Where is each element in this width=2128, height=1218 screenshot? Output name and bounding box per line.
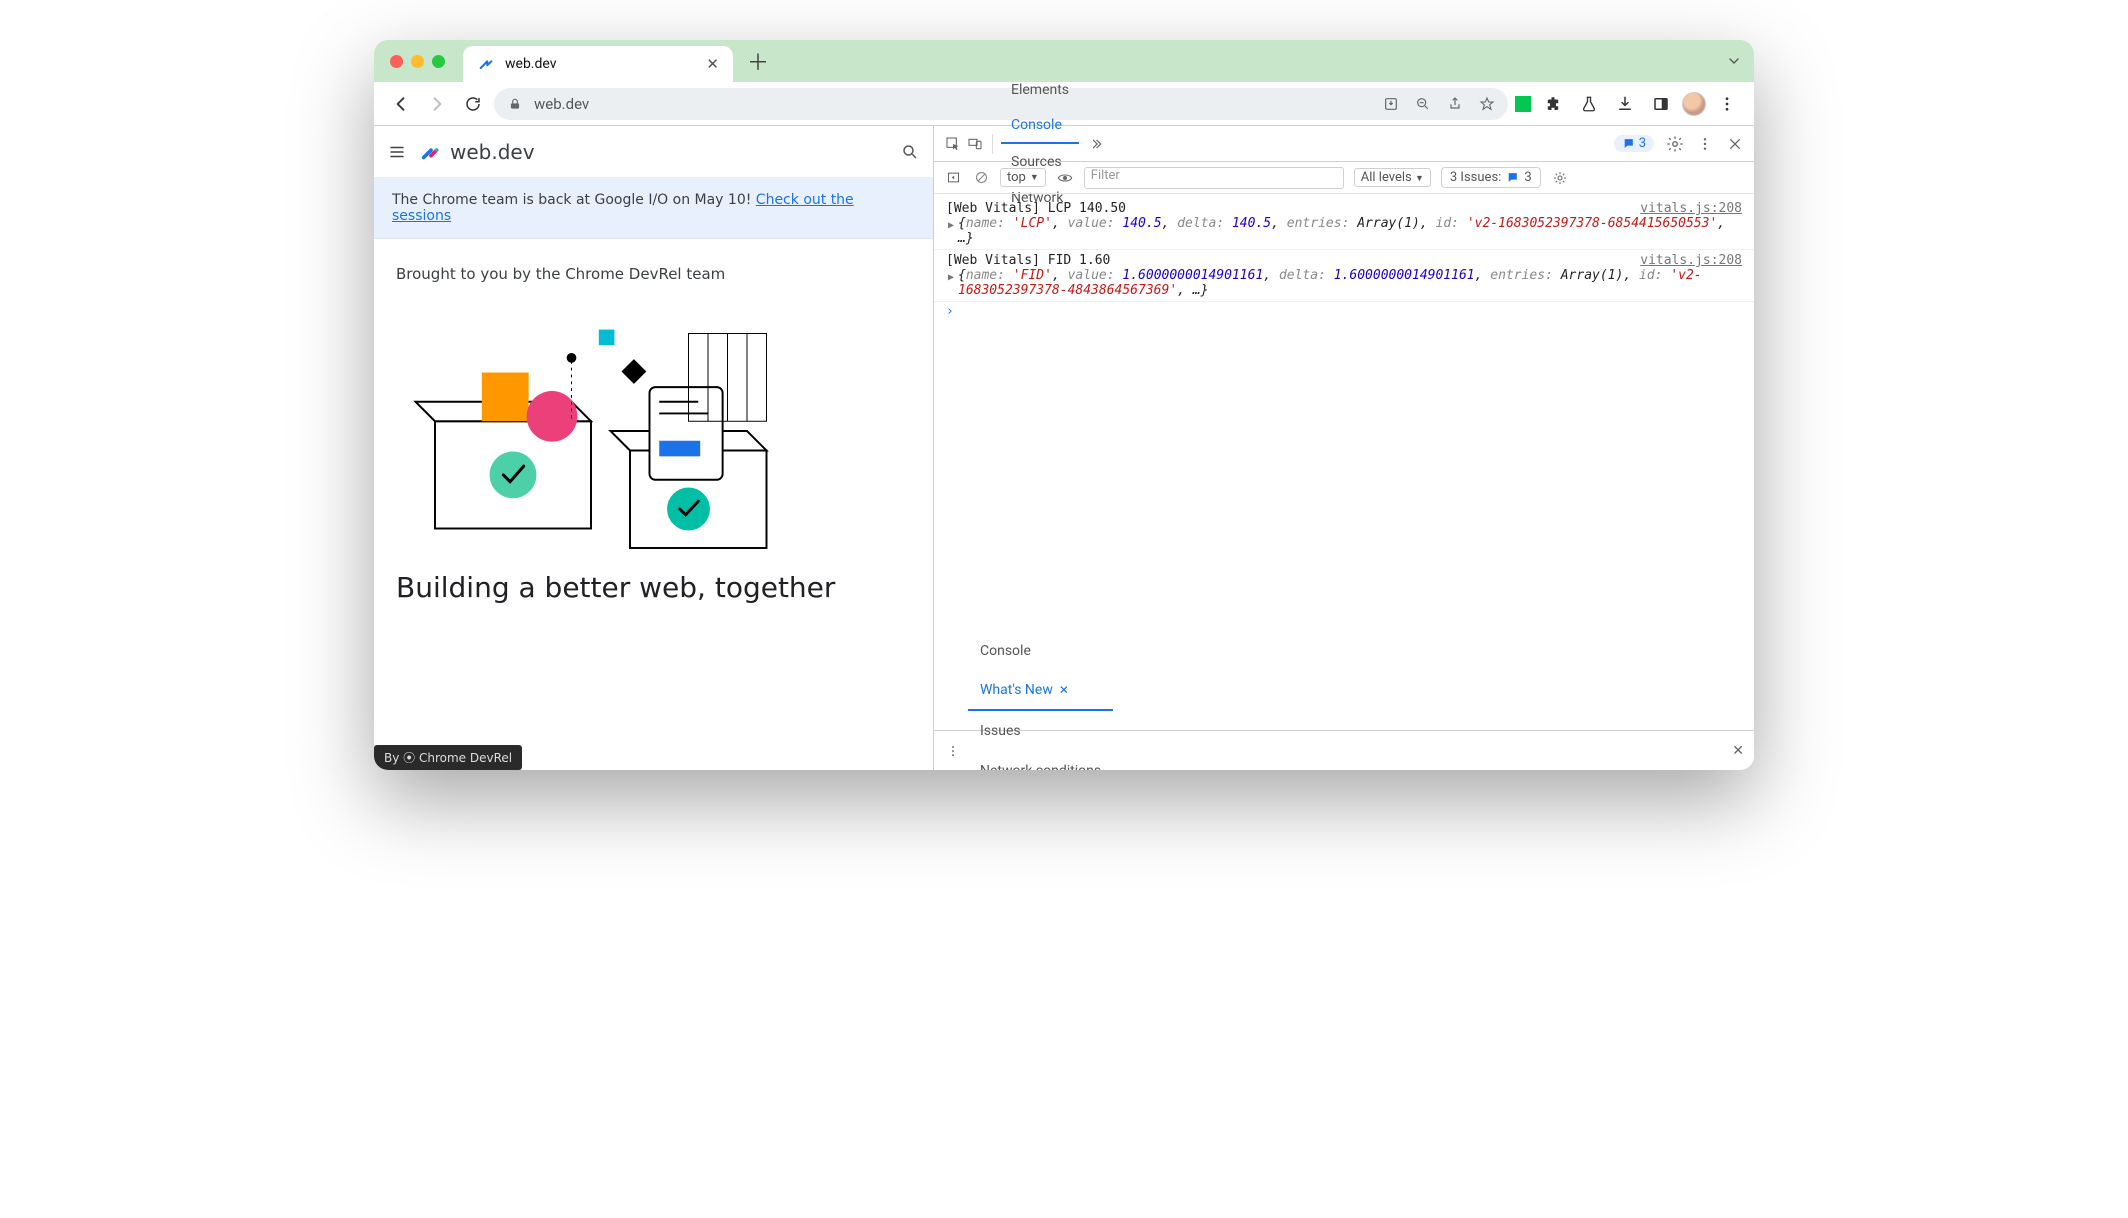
settings-icon[interactable] bbox=[1666, 135, 1684, 153]
window-controls bbox=[390, 55, 445, 68]
site-header: web.dev bbox=[374, 126, 933, 178]
log-object-preview[interactable]: {name: 'LCP', value: 140.5, delta: 140.5… bbox=[946, 216, 1742, 246]
filter-input[interactable]: Filter bbox=[1084, 167, 1344, 189]
reload-button[interactable] bbox=[458, 89, 488, 119]
console-log-entry[interactable]: vitals.js:208 [Web Vitals] FID 1.60 ▶{name… bbox=[934, 250, 1754, 302]
messages-pill[interactable]: 3 bbox=[1614, 135, 1654, 152]
log-header: [Web Vitals] FID 1.60 bbox=[946, 253, 1110, 268]
drawer-tab-what-s-new[interactable]: What's New✕ bbox=[968, 671, 1113, 711]
close-window-button[interactable] bbox=[390, 55, 403, 68]
byline-badge: By ⦿ Chrome DevRel bbox=[374, 745, 522, 770]
devtools-tabs: ElementsConsoleSourcesNetwork 3 bbox=[934, 126, 1754, 162]
console-settings-icon[interactable] bbox=[1551, 169, 1569, 187]
device-toggle-icon[interactable] bbox=[966, 135, 984, 153]
site-name: web.dev bbox=[450, 140, 535, 164]
page-body: Brought to you by the Chrome DevRel team bbox=[374, 239, 933, 604]
page-content: web.dev The Chrome team is back at Googl… bbox=[374, 126, 934, 770]
close-drawer-tab-icon[interactable]: ✕ bbox=[1059, 683, 1069, 697]
hamburger-icon[interactable] bbox=[388, 143, 406, 161]
zoom-icon[interactable] bbox=[1414, 95, 1432, 113]
new-tab-button[interactable]: ＋ bbox=[747, 45, 769, 77]
clear-console-icon[interactable] bbox=[972, 169, 990, 187]
close-tab-button[interactable]: ✕ bbox=[706, 55, 719, 73]
drawer-tab-issues[interactable]: Issues bbox=[968, 711, 1113, 751]
site-logo[interactable]: web.dev bbox=[420, 140, 535, 164]
share-icon[interactable] bbox=[1446, 95, 1464, 113]
log-source-link[interactable]: vitals.js:208 bbox=[1640, 253, 1742, 268]
extensions-button[interactable] bbox=[1538, 89, 1568, 119]
page-headline: Building a better web, together bbox=[396, 571, 911, 604]
browser-tab[interactable]: web.dev ✕ bbox=[463, 46, 733, 82]
tab-overflow-button[interactable] bbox=[1726, 53, 1742, 69]
expand-arrow-icon[interactable]: ▶ bbox=[948, 272, 954, 283]
log-object-preview[interactable]: {name: 'FID', value: 1.6000000014901161,… bbox=[946, 268, 1742, 298]
console-filter-bar: top ▼ Filter All levels ▼ 3 Issues: 3 bbox=[934, 162, 1754, 194]
labs-button[interactable] bbox=[1574, 89, 1604, 119]
search-icon[interactable] bbox=[901, 143, 919, 161]
more-tabs-icon[interactable] bbox=[1087, 135, 1105, 153]
issues-pill[interactable]: 3 Issues: 3 bbox=[1441, 167, 1541, 188]
log-source-link[interactable]: vitals.js:208 bbox=[1640, 201, 1742, 216]
brought-by: Brought to you by the Chrome DevRel team bbox=[396, 265, 911, 283]
install-icon[interactable] bbox=[1382, 95, 1400, 113]
omnibox-url: web.dev bbox=[534, 95, 1372, 113]
lock-icon bbox=[506, 95, 524, 113]
drawer-tab-network-conditions[interactable]: Network conditions bbox=[968, 751, 1113, 771]
profile-avatar[interactable] bbox=[1682, 92, 1706, 116]
console-prompt[interactable]: › bbox=[934, 302, 1754, 321]
devtools-tab-console[interactable]: Console bbox=[1001, 108, 1079, 144]
bookmark-icon[interactable] bbox=[1478, 95, 1496, 113]
announcement-banner: The Chrome team is back at Google I/O on… bbox=[374, 178, 933, 239]
close-devtools-icon[interactable] bbox=[1726, 135, 1744, 153]
inspect-icon[interactable] bbox=[944, 135, 962, 153]
sidepanel-button[interactable] bbox=[1646, 89, 1676, 119]
live-expression-icon[interactable] bbox=[1056, 169, 1074, 187]
devtools-menu-icon[interactable] bbox=[1696, 135, 1714, 153]
drawer-tab-console[interactable]: Console bbox=[968, 631, 1113, 671]
downloads-button[interactable] bbox=[1610, 89, 1640, 119]
devtools-drawer: ConsoleWhat's New✕IssuesNetwork conditio… bbox=[934, 730, 1754, 770]
log-levels-selector[interactable]: All levels ▼ bbox=[1354, 168, 1431, 187]
tab-title: web.dev bbox=[505, 56, 557, 72]
banner-text: The Chrome team is back at Google I/O on… bbox=[392, 192, 756, 208]
console-sidebar-icon[interactable] bbox=[944, 169, 962, 187]
console-log-entry[interactable]: vitals.js:208 [Web Vitals] LCP 140.50 ▶{na… bbox=[934, 198, 1754, 250]
close-drawer-icon[interactable]: ✕ bbox=[1732, 743, 1744, 759]
drawer-menu-icon[interactable] bbox=[944, 742, 962, 760]
chrome-menu-button[interactable] bbox=[1712, 89, 1742, 119]
extension-square-icon[interactable] bbox=[1514, 95, 1532, 113]
hero-illustration bbox=[396, 301, 786, 561]
devtools-panel: ElementsConsoleSourcesNetwork 3 top ▼ bbox=[934, 126, 1754, 770]
log-header: [Web Vitals] LCP 140.50 bbox=[946, 201, 1126, 216]
devtools-tab-elements[interactable]: Elements bbox=[1001, 72, 1079, 108]
context-selector[interactable]: top ▼ bbox=[1000, 168, 1046, 187]
expand-arrow-icon[interactable]: ▶ bbox=[948, 220, 954, 231]
content-split: web.dev The Chrome team is back at Googl… bbox=[374, 126, 1754, 770]
tab-favicon bbox=[477, 55, 495, 73]
minimize-window-button[interactable] bbox=[411, 55, 424, 68]
omnibox-actions bbox=[1382, 95, 1496, 113]
messages-count: 3 bbox=[1639, 136, 1646, 151]
browser-window: web.dev ✕ ＋ web.dev bbox=[374, 40, 1754, 770]
back-button[interactable] bbox=[386, 89, 416, 119]
maximize-window-button[interactable] bbox=[432, 55, 445, 68]
forward-button[interactable] bbox=[422, 89, 452, 119]
